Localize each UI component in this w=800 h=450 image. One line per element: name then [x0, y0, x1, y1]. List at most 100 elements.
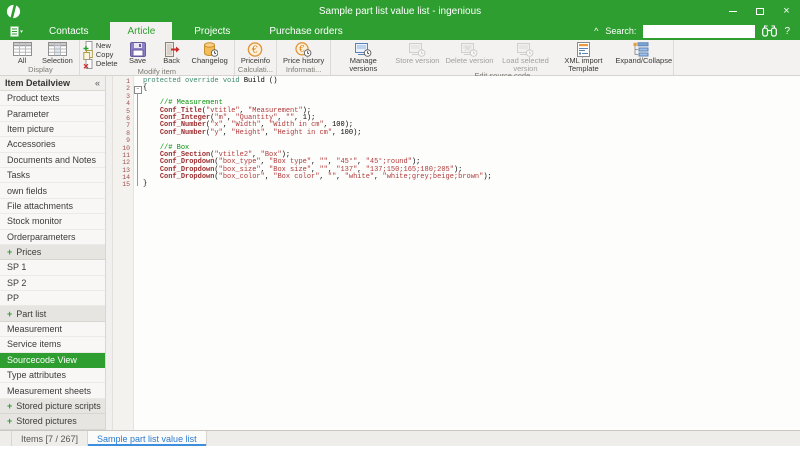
ribbon-button-changelog[interactable]: Changelog	[189, 41, 231, 65]
close-button[interactable]: ×	[773, 0, 800, 22]
line-number: 13	[113, 167, 133, 174]
sidebar-item-sourcecode-view[interactable]: Sourcecode View	[0, 353, 105, 368]
sidebar-item-stored-picture-scripts[interactable]: +Stored picture scripts	[0, 399, 105, 414]
ribbon-button-xml-import-template[interactable]: XML import Template	[554, 41, 612, 72]
statusbar-tabs: Items [7 / 267]Sample part list value li…	[12, 431, 207, 446]
advanced-search-button[interactable]	[762, 25, 777, 37]
ribbon-button-all[interactable]: All	[5, 41, 39, 65]
code-text: }	[143, 181, 147, 188]
search-input[interactable]	[643, 25, 755, 38]
manage-versions-icon	[355, 41, 372, 57]
code-token: {	[143, 84, 147, 92]
line-number: 15	[113, 181, 133, 188]
code-line[interactable]: 9	[113, 137, 800, 144]
sidebar-scrollbar[interactable]	[106, 76, 113, 430]
code-line[interactable]: 15}	[113, 181, 800, 188]
sidebar-item-part-list[interactable]: +Part list	[0, 306, 105, 321]
ribbon-button-save[interactable]: Save	[121, 41, 155, 65]
sidebar-item-sp-2[interactable]: SP 2	[0, 276, 105, 291]
sidebar-item-orderparameters[interactable]: Orderparameters	[0, 230, 105, 245]
button-label: Load selected version	[499, 57, 551, 72]
fold-margin	[133, 137, 143, 144]
sidebar-item-own-fields[interactable]: own fields	[0, 183, 105, 198]
ribbon-button-manage-versions[interactable]: Manage versions	[334, 41, 392, 72]
ribbon-button-load-selected-version[interactable]: Load selected version	[496, 41, 554, 72]
menu-tabs: Contacts Article Projects Purchase orders	[32, 22, 365, 40]
code-token: "Box color"	[273, 173, 319, 181]
sidebar-item-measurement-sheets[interactable]: Measurement sheets	[0, 383, 105, 398]
close-icon: ×	[783, 6, 789, 17]
sidebar-item-stock-monitor[interactable]: Stock monitor	[0, 214, 105, 229]
sidebar-item-sp-1[interactable]: SP 1	[0, 260, 105, 275]
sidebar-item-label: Sourcecode View	[7, 355, 77, 365]
app-menu-button[interactable]	[0, 22, 32, 40]
menu-tab-contacts[interactable]: Contacts	[32, 22, 105, 40]
maximize-button[interactable]	[746, 0, 773, 22]
app-menu-icon	[10, 26, 23, 37]
ribbon-group-calculati: €PriceinfoCalculati...	[235, 40, 277, 75]
expand-plus-icon: +	[7, 247, 12, 257]
ribbon-button-back[interactable]: Back	[155, 41, 189, 65]
help-button[interactable]: ?	[784, 26, 790, 37]
app-logo-icon	[6, 4, 21, 19]
collapse-ribbon-button[interactable]: ^	[594, 26, 598, 36]
sidebar-item-stored-pictures[interactable]: +Stored pictures	[0, 414, 105, 429]
menu-tab-purchase-orders[interactable]: Purchase orders	[252, 22, 359, 40]
menu-tab-projects[interactable]: Projects	[177, 22, 247, 40]
ribbon-button-expand-collapse[interactable]: Expand/Collapse	[612, 41, 670, 65]
fold-collapse-icon[interactable]	[133, 85, 143, 92]
ribbon-button-delete-version[interactable]: Delete version	[442, 41, 496, 65]
statusbar-tab-sample-part-list-value-list[interactable]: Sample part list value list	[87, 431, 207, 446]
code-lines: 1protected override void Build ()2{34 //…	[113, 78, 800, 189]
menu-tab-article[interactable]: Article	[110, 22, 172, 40]
sidebar-item-measurement[interactable]: Measurement	[0, 322, 105, 337]
statusbar-tab-items-7-267[interactable]: Items [7 / 267]	[11, 431, 88, 446]
line-number: 4	[113, 100, 133, 107]
button-label: Changelog	[192, 57, 228, 65]
sidebar-item-type-attributes[interactable]: Type attributes	[0, 368, 105, 383]
changelog-icon	[202, 41, 218, 57]
code-line[interactable]: 8 Conf_Number("y", "Height", "Height in …	[113, 130, 800, 137]
sidebar-item-documents-and-notes[interactable]: Documents and Notes	[0, 153, 105, 168]
fold-margin	[133, 115, 143, 122]
code-line[interactable]: 14 Conf_Dropdown("box_color", "Box color…	[113, 174, 800, 181]
sidebar-item-label: Stored picture scripts	[16, 401, 101, 411]
ribbon-button-delete[interactable]: Delete	[83, 59, 118, 68]
sidebar-item-item-picture[interactable]: Item picture	[0, 122, 105, 137]
ribbon-button-price-history[interactable]: €Price history	[280, 41, 327, 65]
ribbon-group-edit-source-code: Manage versionsStore versionDelete versi…	[331, 40, 674, 75]
window-title: Sample part list value list - ingenious	[0, 6, 800, 17]
sidebar-item-pp[interactable]: PP	[0, 291, 105, 306]
ribbon-group-display: AllSelectionDisplay	[2, 40, 80, 75]
sidebar-item-tasks[interactable]: Tasks	[0, 168, 105, 183]
sidebar-item-product-texts[interactable]: Product texts	[0, 91, 105, 106]
app-window: Sample part list value list - ingenious …	[0, 0, 800, 450]
line-number: 1	[113, 78, 133, 85]
sidebar-item-label: Prices	[16, 247, 41, 257]
code-line[interactable]: 2{	[113, 85, 800, 92]
sidebar-item-label: PP	[7, 293, 19, 303]
expand-collapse-icon	[633, 41, 649, 57]
code-token: "Height in cm"	[273, 129, 332, 137]
sidebar: Item Detailview « Product textsParameter…	[0, 76, 106, 430]
fold-margin	[133, 152, 143, 159]
sidebar-item-label: Service items	[7, 339, 61, 349]
ribbon-group-label: Calculati...	[238, 66, 273, 75]
minimize-button[interactable]	[719, 0, 746, 22]
ribbon-button-selection[interactable]: Selection	[39, 41, 76, 65]
button-label: Delete	[96, 59, 118, 68]
sidebar-item-prices[interactable]: + Prices	[0, 245, 105, 260]
code-line[interactable]: 1protected override void Build ()	[113, 78, 800, 85]
sidebar-item-file-attachments[interactable]: File attachments	[0, 199, 105, 214]
code-token: Build ()	[240, 77, 278, 85]
ribbon-button-priceinfo[interactable]: €Priceinfo	[238, 41, 273, 65]
sidebar-item-accessories[interactable]: Accessories	[0, 137, 105, 152]
load-version-icon	[517, 41, 534, 57]
code-editor[interactable]: 1protected override void Build ()2{34 //…	[113, 76, 800, 430]
ribbon-button-store-version[interactable]: Store version	[392, 41, 442, 65]
sidebar-item-parameter[interactable]: Parameter	[0, 106, 105, 121]
sidebar-item-service-items[interactable]: Service items	[0, 337, 105, 352]
back-icon	[164, 41, 180, 57]
sidebar-collapse-button[interactable]: «	[95, 78, 100, 88]
line-number: 10	[113, 145, 133, 152]
